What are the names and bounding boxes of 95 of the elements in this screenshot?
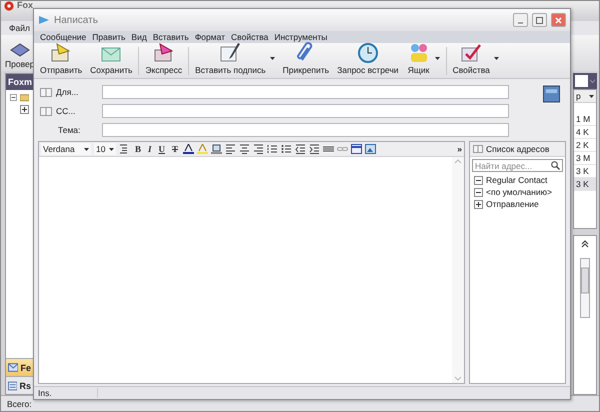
list-row[interactable]: 3 M: [574, 152, 596, 165]
caret-icon[interactable]: [589, 94, 594, 98]
toolbar-button[interactable]: Запрос встречи: [335, 42, 401, 75]
collapse-icon[interactable]: [474, 188, 483, 196]
search-field[interactable]: Найти адрес...: [472, 159, 563, 172]
contact-group[interactable]: <по умолчанию>: [486, 187, 552, 197]
indent-icon[interactable]: [309, 144, 320, 154]
caret-icon[interactable]: [270, 57, 275, 60]
pen-paper-icon: [218, 42, 242, 64]
align-center-icon[interactable]: [239, 144, 250, 154]
line-spacing-icon[interactable]: [119, 144, 130, 154]
nav-tab[interactable]: Fe: [6, 358, 33, 376]
contact-group[interactable]: Отправление: [486, 199, 539, 209]
maximize-icon: [536, 16, 543, 24]
input-field[interactable]: [102, 85, 509, 99]
document-icon: [8, 380, 18, 390]
menu-item[interactable]: Свойства: [231, 32, 268, 42]
caret-icon[interactable]: [434, 57, 440, 60]
menu-item[interactable]: Файл: [9, 23, 30, 33]
checklist-icon: [459, 42, 484, 64]
menu-item[interactable]: Вставить: [152, 32, 189, 42]
collapse-icon[interactable]: [10, 92, 17, 102]
format-button[interactable]: B: [133, 144, 144, 154]
double-chevron-up-icon[interactable]: [581, 240, 589, 248]
field-label[interactable]: CC...: [56, 106, 76, 116]
size-select[interactable]: 10: [94, 143, 116, 155]
window-title: Fox: [17, 1, 34, 9]
field-label: Тема:: [58, 125, 80, 135]
window-title: Написать: [54, 14, 99, 26]
panel-title: Список адресов: [486, 144, 550, 154]
font-select[interactable]: Verdana: [41, 143, 91, 155]
field-label[interactable]: Для...: [56, 87, 78, 97]
input-field[interactable]: [102, 123, 509, 137]
caret-icon[interactable]: [494, 57, 499, 60]
app-logo-icon: [4, 1, 14, 11]
status-text: Ins.: [38, 388, 52, 398]
address-book-icon[interactable]: [40, 106, 52, 116]
folder-icon: [20, 92, 29, 102]
format-button[interactable]: I: [146, 144, 154, 154]
menu-item[interactable]: Формат: [194, 32, 226, 42]
input-field[interactable]: [102, 104, 509, 118]
expand-icon[interactable]: [474, 200, 483, 208]
format-button[interactable]: U: [156, 144, 168, 154]
search-icon[interactable]: [551, 161, 560, 170]
toolbar-button[interactable]: Сохранить: [88, 42, 134, 75]
image-icon[interactable]: [365, 144, 376, 154]
nav-tab[interactable]: Rs: [6, 376, 33, 394]
caret-icon: [84, 148, 89, 150]
status-text: Всего:: [7, 398, 32, 408]
numbered-list-icon[interactable]: [267, 144, 278, 154]
toolbar-button[interactable]: Прикрепить: [280, 42, 332, 75]
list-row[interactable]: 2 K: [574, 139, 596, 152]
clock-icon: [356, 42, 380, 64]
toolbar-button[interactable]: Ящик: [404, 42, 442, 75]
bullet-list-icon[interactable]: [281, 144, 292, 154]
table-icon[interactable]: [351, 144, 362, 154]
collapse-icon[interactable]: [474, 176, 483, 184]
contact-group[interactable]: Regular Contact: [486, 175, 548, 185]
scrollbar-icon[interactable]: [580, 258, 590, 318]
format-button[interactable]: T: [170, 144, 180, 154]
toolbar-button[interactable]: Вставить подпись: [193, 42, 277, 75]
list-row[interactable]: 3 K: [574, 165, 596, 178]
toolbar-button[interactable]: Отправить: [38, 42, 84, 75]
panel-header: Foxm: [6, 74, 33, 90]
align-right-icon[interactable]: [253, 144, 264, 154]
compose-icon: [38, 14, 50, 26]
list-row[interactable]: 3 K: [574, 178, 596, 191]
maximize-button[interactable]: [532, 13, 547, 27]
column-header[interactable]: р: [576, 91, 581, 101]
horizontal-rule-icon[interactable]: [323, 144, 334, 154]
close-button[interactable]: [551, 13, 566, 27]
menu-item[interactable]: Вид: [131, 32, 147, 42]
address-book-icon: [473, 145, 483, 153]
chevron-down-icon[interactable]: [590, 78, 595, 84]
menu-item[interactable]: Править: [92, 32, 126, 42]
font-color-icon[interactable]: [183, 144, 194, 154]
menu-item[interactable]: Инструменты: [274, 32, 328, 42]
toolbar-button[interactable]: Экспресс: [143, 42, 184, 75]
list-row[interactable]: 1 M: [574, 113, 596, 126]
fill-color-icon[interactable]: [211, 144, 222, 154]
contact-card-icon[interactable]: [543, 85, 560, 103]
outdent-icon[interactable]: [295, 144, 306, 154]
menu-item[interactable]: Сообщение: [40, 32, 86, 42]
toolbar-button[interactable]: Свойства: [450, 42, 501, 75]
address-book-icon[interactable]: [40, 88, 52, 96]
envelope-icon: [8, 363, 18, 372]
list-row[interactable]: 4 K: [574, 126, 596, 139]
align-left-icon[interactable]: [225, 144, 236, 154]
close-icon: [555, 16, 562, 24]
search-field[interactable]: [575, 75, 588, 87]
more-button[interactable]: »: [457, 144, 462, 154]
envelope-arrow-icon: [152, 42, 176, 64]
expand-icon[interactable]: [20, 105, 29, 114]
minimize-button[interactable]: [513, 13, 528, 27]
caret-icon: [109, 148, 114, 150]
